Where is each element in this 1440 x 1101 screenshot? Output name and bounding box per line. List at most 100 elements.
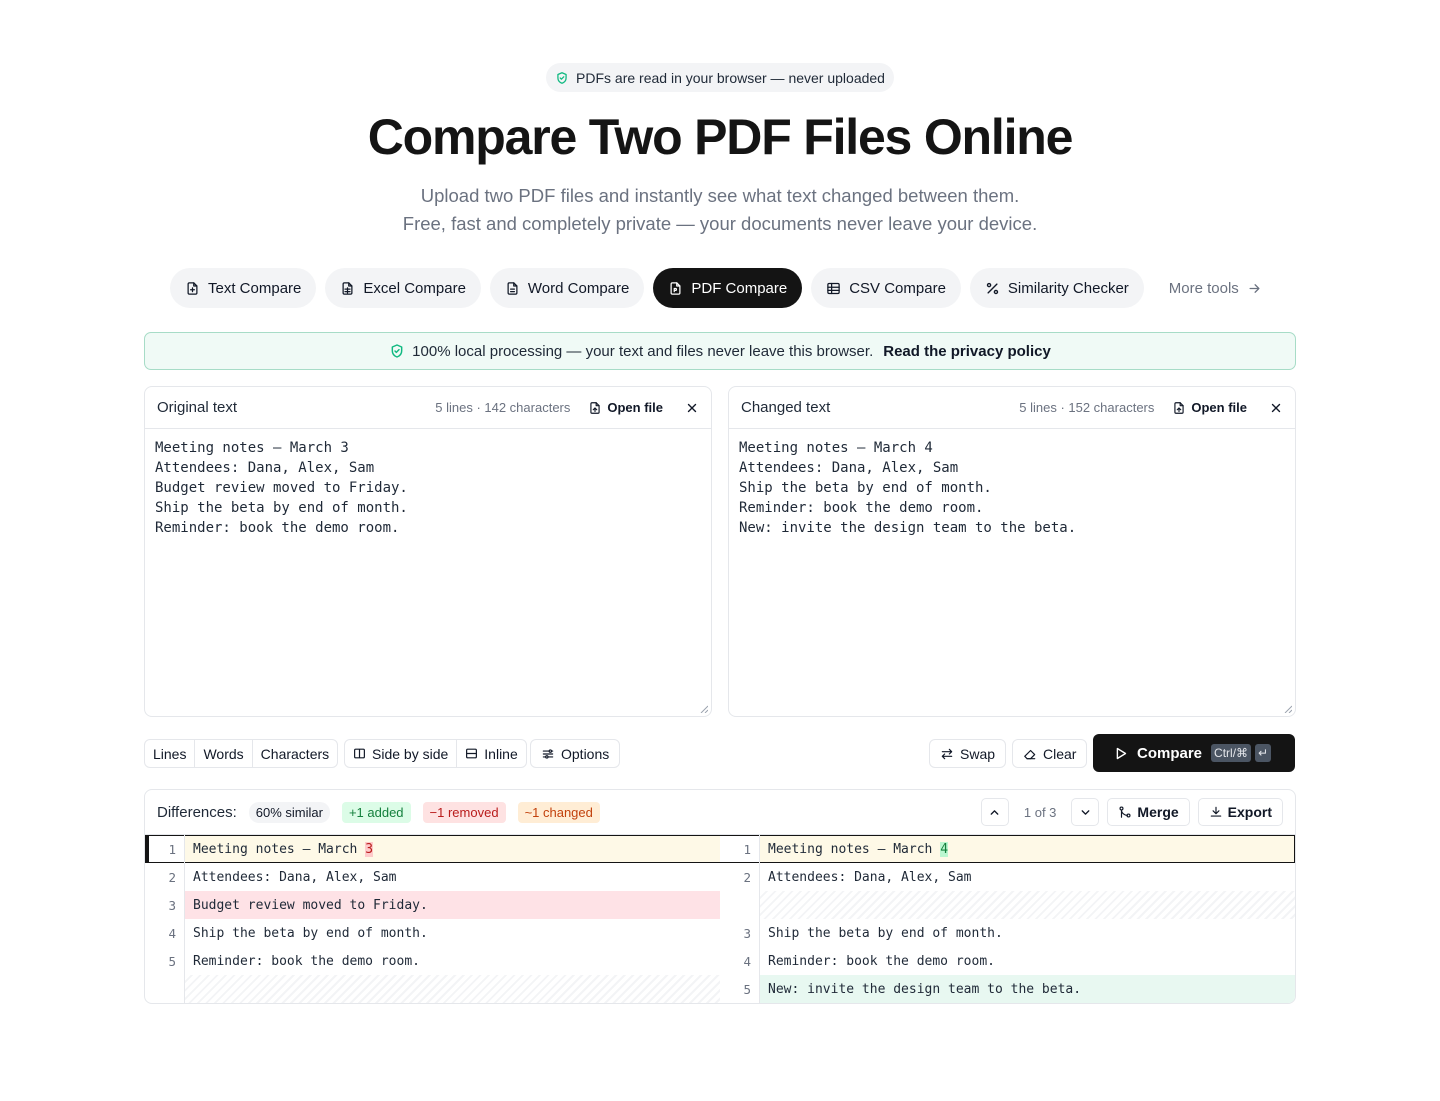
document-file-icon [505,281,520,296]
original-panel-title: Original text [157,399,238,416]
page-subtitle: Upload two PDF files and instantly see w… [0,182,1440,238]
original-panel-header: Original text 5 lines · 142 characters O… [145,387,711,429]
changed-text-input[interactable]: Meeting notes — March 4 Attendees: Dana,… [729,429,1295,547]
differences-header: Differences: 60% similar +1 added −1 rem… [145,790,1295,835]
active-row-marker [145,835,149,863]
granularity-lines[interactable]: Lines [145,740,196,767]
original-text-input[interactable]: Meeting notes — March 3 Attendees: Dana,… [145,429,711,547]
previous-diff-button[interactable] [980,798,1009,826]
compare-button[interactable]: Compare Ctrl/⌘ ↵ [1093,734,1295,772]
original-text-panel: Original text 5 lines · 142 characters O… [144,386,712,717]
diff-left-cell: Reminder: book the demo room. [193,953,420,969]
tool-nav: Text Compare Excel Compare Word Compare … [170,268,1278,308]
original-clear-icon[interactable] [685,401,699,415]
enter-key-icon: ↵ [1255,744,1272,762]
granularity-characters[interactable]: Characters [253,740,337,767]
diff-left-cell: Meeting notes — March 3 [185,835,720,863]
changed-stats: 5 lines · 152 characters [1019,400,1155,415]
tab-similarity-checker[interactable]: Similarity Checker [969,268,1144,308]
line-number: 4 [168,925,176,941]
page-title: Compare Two PDF Files Online [367,109,1074,165]
tab-excel-compare[interactable]: Excel Compare [325,268,481,308]
tab-word-compare[interactable]: Word Compare [489,268,645,308]
tab-pdf-compare[interactable]: PDF Compare [653,268,803,308]
removed-badge: −1 removed [422,801,506,823]
changed-clear-icon[interactable] [1269,401,1283,415]
differences-label: Differences: [157,803,237,821]
resize-handle-icon[interactable] [700,705,708,713]
diff-right-cell: Reminder: book the demo room. [768,953,995,969]
subtitle-line-1: Upload two PDF files and instantly see w… [420,185,1020,206]
merge-icon [1118,805,1132,819]
diff-right-cell: Meeting notes — March 4 [760,835,1295,863]
pdf-file-icon [668,281,683,296]
shield-check-icon [555,71,569,85]
table-row[interactable]: 3 Budget review moved to Friday. [145,891,1295,919]
view-mode-toggle: Side by side Inline [344,739,527,768]
diff-rows: Meeting notes — March 3 Meeting notes — … [145,835,1295,1003]
sliders-icon [541,747,555,761]
resize-handle-icon[interactable] [1284,705,1292,713]
granularity-toggle: Lines Words Characters [144,739,339,768]
diff-left-cell: Ship the beta by end of month. [193,925,428,941]
removed-char: 3 [365,841,374,857]
granularity-words[interactable]: Words [195,740,253,767]
tab-text-compare[interactable]: Text Compare [170,268,317,308]
added-badge: +1 added [341,801,411,823]
line-number: 1 [743,841,751,857]
file-upload-icon [588,401,602,415]
privacy-policy-link[interactable]: Read the privacy policy [883,343,1051,360]
diff-right-cell: Attendees: Dana, Alex, Sam [768,869,972,885]
export-button[interactable]: Export [1197,798,1283,826]
diff-left-placeholder [185,975,720,1003]
shield-check-icon [389,343,405,359]
table-row[interactable]: 2 Attendees: Dana, Alex, Sam 2 Attendees… [145,863,1295,891]
changed-panel-header: Changed text 5 lines · 152 characters Op… [729,387,1295,429]
original-open-file-button[interactable]: Open file [588,400,663,415]
chevron-down-icon [1079,806,1092,819]
line-number: 2 [743,869,751,885]
text-file-icon [185,281,200,296]
added-char: 4 [940,841,949,857]
view-side-by-side[interactable]: Side by side [345,740,458,767]
rows-icon [465,747,478,760]
local-processing-text: 100% local processing — your text and fi… [412,342,874,360]
table-row[interactable]: 5 New: invite the design team to the bet… [145,975,1295,1003]
percent-icon [985,281,1000,296]
diff-right-cell: Ship the beta by end of month. [768,925,1003,941]
compare-shortcut: Ctrl/⌘ [1211,744,1252,762]
diff-right-cell: New: invite the design team to the beta. [760,975,1295,1003]
options-button[interactable]: Options [530,739,621,768]
line-number: 3 [168,897,176,913]
diff-right-placeholder [760,891,1295,919]
view-inline[interactable]: Inline [457,740,525,767]
tab-csv-compare[interactable]: CSV Compare [811,268,961,308]
diff-pager: 1 of 3 [1023,804,1057,820]
table-row[interactable]: 5 Reminder: book the demo room. 4 Remind… [145,947,1295,975]
differences-panel: Differences: 60% similar +1 added −1 rem… [144,789,1296,1004]
changed-open-file-button[interactable]: Open file [1172,400,1247,415]
merge-button[interactable]: Merge [1107,798,1190,826]
privacy-badge-text: PDFs are read in your browser — never up… [576,69,885,86]
download-icon [1209,805,1223,819]
file-upload-icon [1172,401,1186,415]
line-number: 5 [168,953,176,969]
next-diff-button[interactable] [1071,798,1100,826]
swap-button[interactable]: Swap [929,739,1007,768]
table-row[interactable]: 4 Ship the beta by end of month. 3 Ship … [145,919,1295,947]
table-icon [826,281,841,296]
line-number: 1 [168,841,176,857]
diff-left-cell: Attendees: Dana, Alex, Sam [193,869,397,885]
privacy-badge: PDFs are read in your browser — never up… [546,63,894,92]
gutter-divider [759,835,760,1003]
swap-arrows-icon [940,747,954,761]
table-row[interactable]: Meeting notes — March 3 Meeting notes — … [145,835,1295,863]
original-stats: 5 lines · 142 characters [435,400,571,415]
columns-icon [353,747,366,760]
more-tools-link[interactable]: More tools [1153,268,1278,308]
eraser-icon [1023,747,1037,761]
play-icon [1113,746,1128,761]
clear-button[interactable]: Clear [1012,739,1088,768]
line-number: 2 [168,869,176,885]
line-number: 4 [743,953,751,969]
